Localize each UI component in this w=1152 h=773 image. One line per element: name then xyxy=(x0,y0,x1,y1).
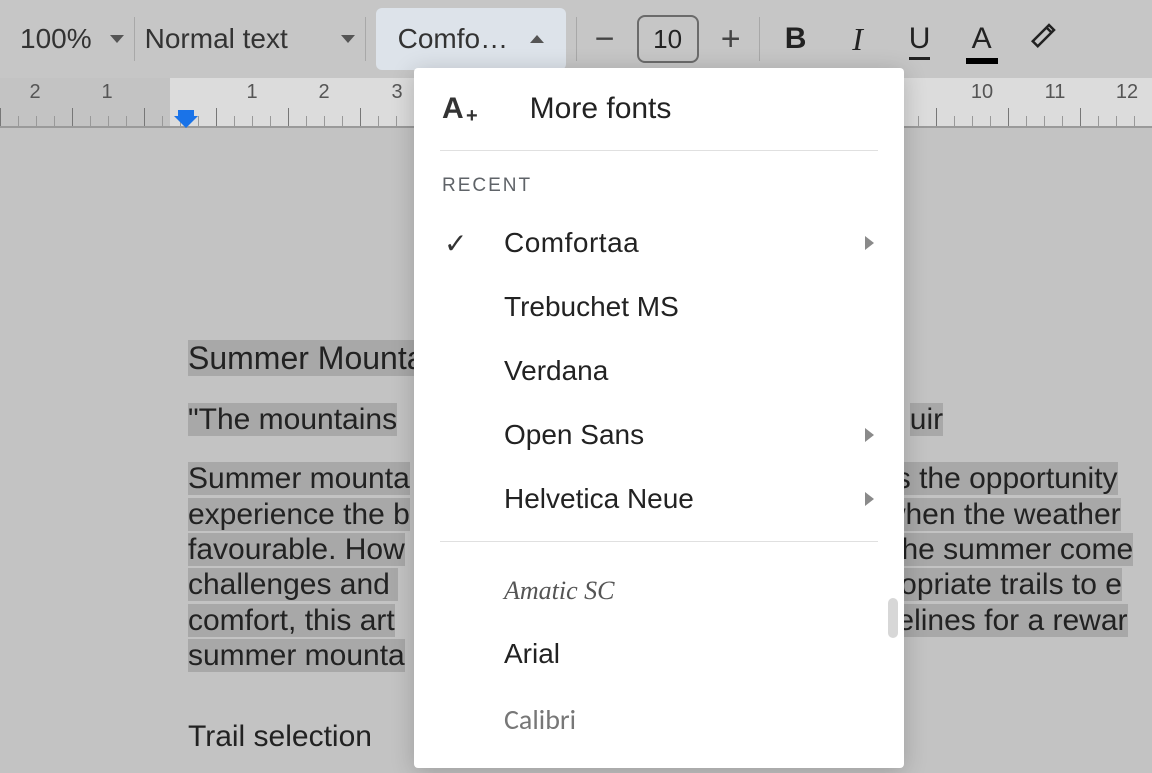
font-option-open-sans[interactable]: Open Sans xyxy=(414,403,904,467)
paragraph-style-selector[interactable]: Normal text xyxy=(135,0,365,78)
increase-font-size-button[interactable]: + xyxy=(713,20,749,59)
more-fonts-label: More fonts xyxy=(530,92,672,126)
add-font-icon: A+ xyxy=(442,92,464,126)
divider xyxy=(440,541,878,542)
ruler-number: 2 xyxy=(29,81,40,104)
text-selection: s the opportunity xyxy=(896,462,1118,495)
ruler-number: 10 xyxy=(971,81,993,104)
ruler-number: 12 xyxy=(1116,81,1138,104)
more-fonts-item[interactable]: A+ More fonts xyxy=(414,68,904,150)
font-size-input[interactable]: 10 xyxy=(637,15,699,63)
check-icon: ✓ xyxy=(444,227,467,260)
zoom-selector[interactable]: 100% xyxy=(10,0,134,78)
font-option-verdana[interactable]: Verdana xyxy=(414,339,904,403)
font-name-label: Helvetica Neue xyxy=(504,483,694,515)
font-name-label: Comfortaa xyxy=(504,227,639,259)
heading-text: Trail selection xyxy=(188,720,372,753)
chevron-right-icon xyxy=(865,492,874,506)
font-name-label: Arial xyxy=(504,638,560,670)
underline-button[interactable]: U xyxy=(894,22,946,56)
font-option-trebuchet-ms[interactable]: Trebuchet MS xyxy=(414,275,904,339)
text-selection: comfort, this art xyxy=(188,604,395,637)
font-name-label: Amatic SC xyxy=(504,576,615,606)
font-name-label: Calibri xyxy=(504,702,576,737)
toolbar: 100% Normal text Comfo… − 10 + B I U A xyxy=(0,0,1152,78)
font-selector-group: Comfo… xyxy=(366,0,576,78)
font-dropdown-menu: A+ More fonts RECENT ✓ Comfortaa Trebuchet… xyxy=(414,68,904,768)
left-indent-marker[interactable] xyxy=(174,116,198,128)
text-selection: "The mountains xyxy=(188,403,397,436)
highlight-color-button[interactable] xyxy=(1018,20,1070,58)
text-color-button[interactable]: A xyxy=(956,22,1008,56)
font-option-comfortaa[interactable]: ✓ Comfortaa xyxy=(414,211,904,275)
formatting-group: B I U A xyxy=(760,0,1080,78)
text-selection: favourable. How xyxy=(188,533,405,566)
text-selection: Summer Mounta xyxy=(188,340,425,376)
font-selector[interactable]: Comfo… xyxy=(376,8,566,70)
chevron-right-icon xyxy=(865,236,874,250)
zoom-value: 100% xyxy=(20,23,92,55)
font-value: Comfo… xyxy=(398,23,508,55)
chevron-down-icon xyxy=(341,35,355,43)
font-name-label: Open Sans xyxy=(504,419,644,451)
chevron-up-icon xyxy=(530,35,544,43)
font-size-group: − 10 + xyxy=(577,0,759,78)
recent-section-label: RECENT xyxy=(414,151,904,211)
text-selection: the summer come xyxy=(885,533,1133,566)
decrease-font-size-button[interactable]: − xyxy=(587,20,623,59)
text-selection: uir xyxy=(910,403,943,436)
ruler-number: 3 xyxy=(391,81,402,104)
text-selection: ropriate trails to e xyxy=(890,568,1122,601)
font-option-helvetica-neue[interactable]: Helvetica Neue xyxy=(414,467,904,531)
font-name-label: Trebuchet MS xyxy=(504,291,679,323)
scrollbar-thumb[interactable] xyxy=(888,598,898,638)
ruler-number: 2 xyxy=(318,81,329,104)
text-selection: delines for a rewar xyxy=(881,604,1128,637)
ruler-number: 1 xyxy=(246,81,257,104)
ruler-number: 11 xyxy=(1045,81,1066,104)
font-name-label: Verdana xyxy=(504,355,608,387)
ruler-number: 1 xyxy=(101,81,112,104)
font-option-amatic-sc[interactable]: Amatic SC xyxy=(414,560,904,622)
style-value: Normal text xyxy=(145,23,288,55)
bold-button[interactable]: B xyxy=(770,22,822,56)
font-option-arial[interactable]: Arial xyxy=(414,622,904,686)
text-selection: challenges and xyxy=(188,568,398,601)
chevron-right-icon xyxy=(865,428,874,442)
text-selection: summer mounta xyxy=(188,639,405,672)
text-selection: Summer mounta xyxy=(188,462,410,495)
italic-button[interactable]: I xyxy=(832,21,884,58)
font-option-calibri[interactable]: Calibri xyxy=(414,686,904,753)
text-selection: when the weather xyxy=(884,498,1121,531)
chevron-down-icon xyxy=(110,35,124,43)
text-selection: experience the b xyxy=(188,498,410,531)
